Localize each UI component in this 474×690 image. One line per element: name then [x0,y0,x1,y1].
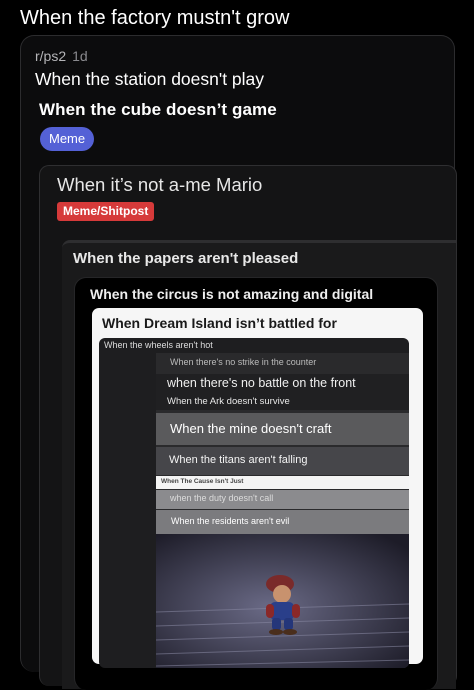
meme-caption: when the duty doesn't call [170,493,274,503]
nested-meme-stack: When there's no strike in the counter wh… [156,353,409,668]
subreddit-link[interactable]: r/ps2 [35,48,66,64]
meme-caption: When the residents aren't evil [171,516,290,526]
nested-post-title-6: When the wheels aren't hot [104,340,213,350]
meme-caption-row: when the duty doesn't call [156,490,409,509]
meme-caption: When there's no strike in the counter [170,357,317,367]
nested-post-card-6: When the wheels aren't hot When there's … [99,338,409,668]
nested-post-card-3: When the papers aren't pleased When the … [62,240,456,690]
meme-caption-row: When The Cause Isn't Just [156,476,409,489]
page-title: When the factory mustn't grow [20,7,290,29]
meme-caption-row: When the Ark doesn't survive [156,394,409,410]
nested-post-title-4: When the circus is not amazing and digit… [90,286,374,302]
post-title[interactable]: When the station doesn't play [35,69,264,90]
meme-caption-row: When there's no strike in the counter [156,353,409,373]
meme-caption: When the Ark doesn't survive [167,396,290,407]
quoted-post-card[interactable]: When it’s not a-me Mario Meme/Shitpost W… [39,165,457,690]
meme-caption-row: When the mine doesn't craft [156,413,409,445]
crosspost-card[interactable]: r/ps2 1d When the station doesn't play Wh… [20,35,457,690]
meme-flair[interactable]: Meme [40,127,95,151]
meme-caption: when there's no battle on the front [167,376,356,390]
meme-caption: When The Cause Isn't Just [161,478,244,485]
nested-post-title-5: When Dream Island isn’t battled for [102,315,337,331]
quoted-post-title-2: When it’s not a-me Mario [57,174,263,195]
mario-stairs-image [156,534,409,668]
shitpost-flair[interactable]: Meme/Shitpost [57,202,155,221]
meme-caption-row: When the residents aren't evil [156,510,409,534]
meme-caption-row: When the titans aren't falling [156,447,409,475]
post-age: 1d [72,48,88,64]
nested-post-title-3: When the papers aren't pleased [73,250,299,267]
quoted-post-title: When the cube doesn’t game [39,100,277,119]
nested-post-card-5: When Dream Island isn’t battled for When… [92,308,423,668]
nested-post-card-4: When the circus is not amazing and digit… [74,277,438,690]
post-meta: r/ps2 1d [35,48,88,64]
meme-caption: When the titans aren't falling [169,454,308,466]
meme-caption-row: when there's no battle on the front [156,374,409,394]
meme-caption: When the mine doesn't craft [170,421,332,436]
